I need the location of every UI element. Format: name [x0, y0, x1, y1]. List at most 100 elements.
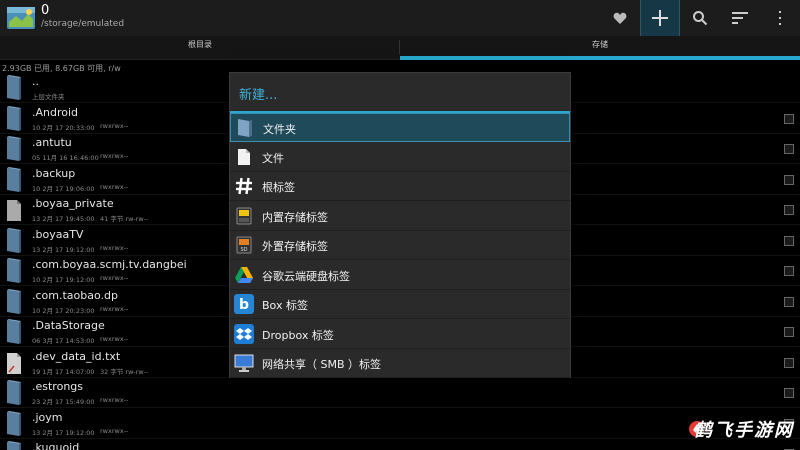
file-name: .com.boyaa.scmj.tv.dangbei [32, 258, 187, 271]
file-name: .kuguoid [32, 441, 80, 450]
file-permissions: 41 字节 rw-rw-- [100, 215, 149, 223]
sd-card-icon [234, 206, 254, 226]
file-permissions: rwxrwx-- [100, 243, 129, 252]
menu-item-box[interactable]: b Box 标签 [230, 290, 570, 319]
folder-icon [6, 410, 22, 437]
menu-item-monitor[interactable]: 网络共享（ SMB ）标签 [230, 349, 570, 378]
heart-icon [613, 12, 627, 24]
file-permissions: rwxrwx-- [100, 121, 129, 130]
file-date: 10 2月 17 20:33:00 [32, 123, 95, 132]
menu-item-external-sd[interactable]: SD 外置存储标签 [230, 231, 570, 260]
file-date: 19 1月 17 14:07:00 [32, 367, 95, 376]
svg-text:SD: SD [240, 247, 247, 253]
menu-item-label: Box 标签 [262, 299, 308, 312]
file-date: 13 2月 17 19:12:00 [32, 245, 95, 254]
folder-icon [6, 441, 22, 450]
folder-icon [6, 380, 22, 406]
monitor-icon [234, 353, 254, 373]
file-date: 23 2月 17 15:49:00 [32, 398, 95, 406]
search-icon [693, 11, 708, 26]
folder-icon [6, 288, 22, 315]
menu-item-label: 根标签 [262, 181, 295, 194]
menu-item-hash[interactable]: 根标签 [230, 172, 570, 201]
overflow-menu-button[interactable] [760, 0, 800, 36]
folder-icon [235, 118, 255, 138]
menu-item-label: Dropbox 标签 [262, 328, 334, 342]
app-logo-icon[interactable] [6, 4, 36, 32]
file-date: 10 2月 17 19:06:00 [32, 184, 95, 193]
dialog-title: 新建... [239, 88, 278, 103]
dropbox-icon [234, 323, 254, 344]
file-date: 10 2月 17 19:12:00 [32, 276, 95, 284]
hash-icon [234, 176, 254, 196]
file-permissions: 32 字节 rw-rw-- [100, 367, 149, 376]
file-date: 上层文件夹 [32, 93, 65, 101]
header-title: 0 [41, 3, 50, 18]
folder-icon [6, 105, 22, 132]
file-date: 13 2月 17 19:12:00 [32, 428, 95, 437]
file-row[interactable]: .joym 13 2月 17 19:12:00 rwxrwx-- [0, 409, 800, 439]
folder-icon [6, 136, 22, 162]
action-bar: 0 /storage/emulated [0, 0, 800, 36]
folder-icon [6, 166, 22, 193]
menu-item-label: 谷歌云端硬盘标签 [262, 269, 350, 283]
svg-text:b: b [239, 297, 249, 313]
file-name: .antutu [32, 136, 72, 149]
file-name: .backup [32, 166, 76, 180]
file-permissions: rwxrwx-- [100, 396, 129, 404]
folder-icon [6, 319, 22, 345]
select-checkbox[interactable] [784, 113, 794, 124]
file-name: .Android [32, 105, 79, 119]
file-name: .boyaa_private [32, 197, 114, 210]
select-checkbox[interactable] [784, 266, 794, 276]
file-permissions: rwxrwx-- [100, 426, 129, 435]
select-checkbox[interactable] [784, 144, 794, 154]
watermark-text: 鹤飞手游网 [694, 420, 794, 441]
file-date: 10 2月 17 20:23:00 [32, 306, 95, 315]
box-icon: b [234, 294, 254, 314]
select-checkbox[interactable] [784, 327, 794, 337]
menu-item-dropbox[interactable]: Dropbox 标签 [230, 320, 570, 349]
tab-root[interactable]: 根目录 [0, 36, 400, 60]
file-name: .dev_data_id.txt [32, 349, 121, 363]
file-name: .boyaaTV [32, 227, 84, 241]
select-checkbox[interactable] [784, 296, 794, 307]
file-name: .com.taobao.dp [32, 288, 118, 302]
file-permissions: rwxrwx-- [100, 182, 129, 191]
sort-icon [732, 12, 748, 24]
file-date: 06 3月 17 14:53:00 [32, 337, 95, 345]
select-checkbox[interactable] [784, 235, 794, 246]
select-checkbox[interactable] [784, 174, 794, 185]
menu-item-label: 内置存储标签 [262, 210, 328, 224]
folder-icon [6, 75, 22, 101]
file-row[interactable]: .estrongs 23 2月 17 15:49:00 rwxrwx-- [0, 378, 800, 408]
google-drive-icon [234, 265, 254, 285]
file-name: .joym [32, 410, 63, 424]
file-permissions: rwxrwx-- [100, 335, 129, 343]
menu-item-folder[interactable]: 文件夹 [230, 113, 570, 142]
file-icon [6, 197, 22, 223]
file-icon [6, 350, 22, 376]
menu-item-sd-card[interactable]: 内置存储标签 [230, 202, 570, 231]
file-row[interactable]: .kuguoid [0, 439, 800, 450]
tab-bar: 根目录 存储 [0, 36, 800, 60]
menu-item-file[interactable]: 文件 [230, 143, 570, 172]
select-checkbox[interactable] [784, 388, 794, 398]
select-checkbox[interactable] [784, 205, 794, 215]
file-permissions: rwxrwx-- [100, 152, 129, 160]
favorite-button[interactable] [600, 0, 640, 36]
file-date: 05 11月 16 16:46:00 [32, 154, 99, 162]
file-date: 13 2月 17 19:45:00 [32, 215, 95, 223]
select-checkbox[interactable] [784, 357, 794, 368]
add-new-button[interactable] [640, 0, 680, 36]
menu-item-label: 文件夹 [263, 123, 296, 136]
menu-item-google-drive[interactable]: 谷歌云端硬盘标签 [230, 261, 570, 290]
file-name: .estrongs [32, 380, 84, 393]
file-name: .. [32, 75, 39, 88]
search-button[interactable] [680, 0, 720, 36]
tab-storage[interactable]: 存储 [400, 36, 800, 60]
sort-button[interactable] [720, 0, 760, 36]
new-item-dialog: 新建... 文件夹文件根标签内置存储标签 SD 外置存储标签谷歌云端硬盘标签 b Box… [229, 72, 571, 378]
menu-item-label: 外置存储标签 [262, 240, 328, 253]
file-permissions: rwxrwx-- [100, 274, 129, 282]
